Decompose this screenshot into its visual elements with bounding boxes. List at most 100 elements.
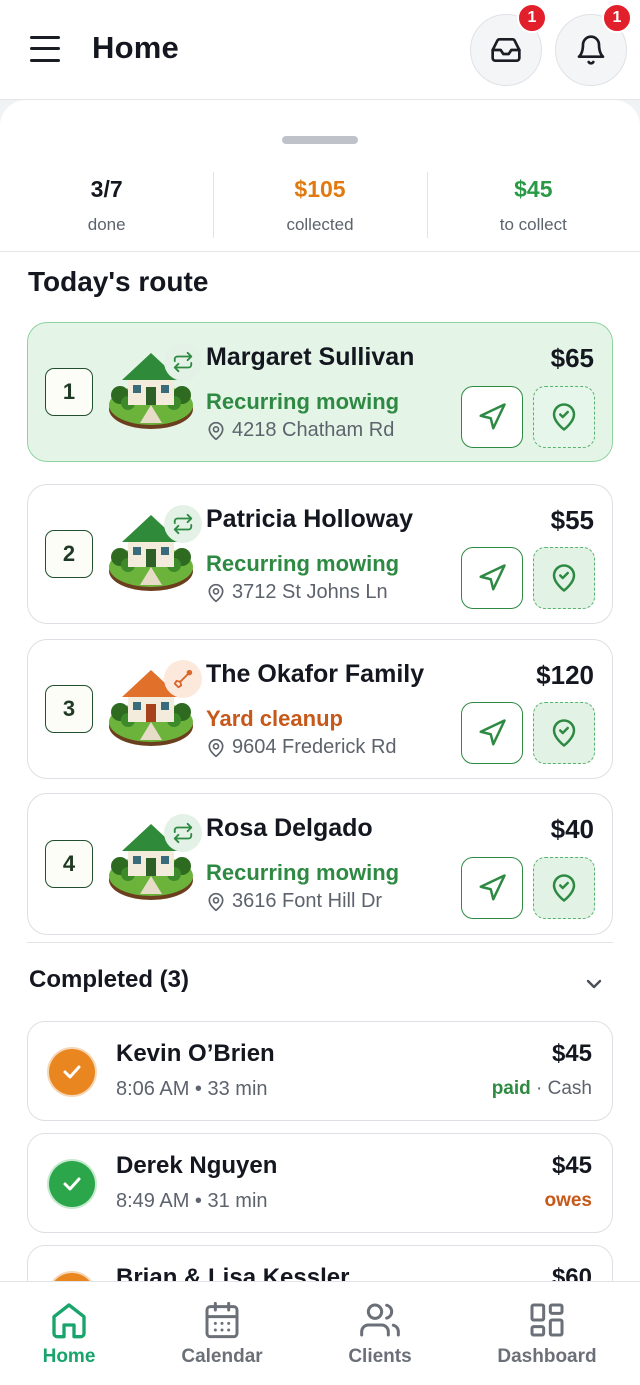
route-stop-card[interactable]: 2 Patricia Holloway $55 Recurring mowing [27,484,613,624]
page-title: Home [92,30,179,65]
navigate-button[interactable] [461,386,523,448]
stats-row: 3/7 done $105 collected $45 to collect [0,170,640,252]
check-in-button[interactable] [533,386,595,448]
location-check-icon [552,403,576,431]
navigate-button[interactable] [461,857,523,919]
service-type: Recurring mowing [206,860,400,885]
stop-price: $55 [550,505,594,535]
completed-job-card[interactable]: Derek Nguyen 8:49 AM • 31 min $45 owes [27,1133,613,1233]
location-check-icon [552,874,576,902]
address: 9604 Frederick Rd [206,736,397,759]
stat-label: done [87,215,126,234]
dashboard-icon [530,1303,564,1337]
recurring-badge [164,814,202,852]
completed-price: $45 [551,1152,592,1179]
section-title-route: Today's route [28,266,209,297]
nav-dashboard[interactable]: Dashboard [454,1282,640,1385]
service-type: Yard cleanup [206,706,343,731]
map-pin-icon [208,738,224,757]
completed-time: 8:49 AM • 31 min [116,1190,268,1212]
service-type: Recurring mowing [206,551,400,576]
address: 3712 St Johns Ln [206,581,388,604]
stat-to-collect: $45 to collect [426,170,640,251]
route-stop-card[interactable]: 3 The Okafor Family $120 Yard cleanup 96 [27,639,613,779]
nav-clients-label: Clients [348,1346,412,1367]
stop-price: $40 [550,814,594,844]
calendar-icon [205,1301,239,1339]
top-bar: Home 1 1 [0,0,640,100]
map-pin-icon [208,421,224,440]
completed-check-icon [49,1049,95,1095]
map-pin-icon [208,583,224,602]
payment-status: paid · Cash [492,1078,592,1100]
address: 3616 Font Hill Dr [206,890,382,913]
stop-number: 2 [45,530,93,578]
completed-client-name: Kevin O’Brien [116,1040,275,1067]
map-pin-icon [208,892,224,911]
chevron-down-icon[interactable] [582,972,606,996]
home-icon [52,1303,86,1339]
inbox-button[interactable]: 1 [470,3,547,86]
check-in-button[interactable] [533,702,595,764]
stat-done: 3/7 done [0,170,213,251]
navigation-arrow-icon [479,564,506,591]
app: Home 1 1 3/7 done $105 collected $45 to … [0,0,640,1385]
stat-collected: $105 collected [213,170,426,251]
stop-price: $65 [550,343,594,373]
client-name[interactable]: The Okafor Family [206,660,424,689]
completed-check-icon [49,1161,95,1207]
client-name[interactable]: Margaret Sullivan [206,343,414,372]
address-text: 4218 Chatham Rd [232,419,395,441]
nav-home-label: Home [42,1346,96,1367]
completed-client-name: Derek Nguyen [116,1152,278,1179]
recurring-badge [164,505,202,543]
address-text: 3616 Font Hill Dr [232,890,383,912]
check-in-button[interactable] [533,857,595,919]
inbox-badge: 1 [517,3,547,33]
repeat-icon [173,822,193,844]
client-name[interactable]: Patricia Holloway [206,505,413,534]
payment-status-label: paid [491,1078,531,1099]
stop-price: $120 [536,660,594,690]
rake-icon [173,669,193,689]
route-stop-card[interactable]: 4 Rosa Delgado $40 Recurring mowing 3616 [27,793,613,935]
completed-job-card[interactable]: Kevin O’Brien 8:06 AM • 33 min $45 paid … [27,1021,613,1121]
repeat-icon [173,351,193,373]
repeat-icon [173,513,193,535]
location-check-icon [552,719,576,747]
check-in-button[interactable] [533,547,595,609]
completed-section-toggle[interactable]: Completed (3) [29,966,189,994]
navigation-arrow-icon [479,719,506,746]
navigate-button[interactable] [461,547,523,609]
completed-price: $45 [551,1040,592,1067]
navigate-button[interactable] [461,702,523,764]
client-name[interactable]: Rosa Delgado [206,814,373,843]
stat-label: to collect [499,215,567,234]
route-stop-card[interactable]: 1 Margaret Sullivan $65 Recurring mowing [27,322,613,462]
stat-value: $45 [514,176,553,202]
stat-value: 3/7 [90,176,123,202]
nav-calendar[interactable]: Calendar [138,1282,306,1385]
address-text: 9604 Frederick Rd [232,736,397,758]
payment-status: owes [544,1190,592,1212]
nav-calendar-label: Calendar [181,1346,263,1367]
inbox-icon [491,38,521,62]
bell-icon [577,35,605,65]
sheet-drag-handle[interactable] [282,136,358,144]
stop-number: 3 [45,685,93,733]
notifications-button[interactable]: 1 [555,3,632,86]
recurring-badge [164,343,202,381]
stop-number: 4 [45,840,93,888]
bottom-navigation: Home Calendar Clients Dashboard [0,1281,640,1385]
nav-home[interactable]: Home [0,1282,138,1385]
notifications-badge: 1 [602,3,632,33]
menu-icon[interactable] [28,34,64,64]
nav-dashboard-label: Dashboard [497,1346,597,1367]
address: 4218 Chatham Rd [206,419,394,442]
navigation-arrow-icon [479,403,506,430]
navigation-arrow-icon [479,874,506,901]
stop-number: 1 [45,368,93,416]
nav-clients[interactable]: Clients [306,1282,454,1385]
section-divider [27,942,613,943]
stat-label: collected [286,215,354,234]
